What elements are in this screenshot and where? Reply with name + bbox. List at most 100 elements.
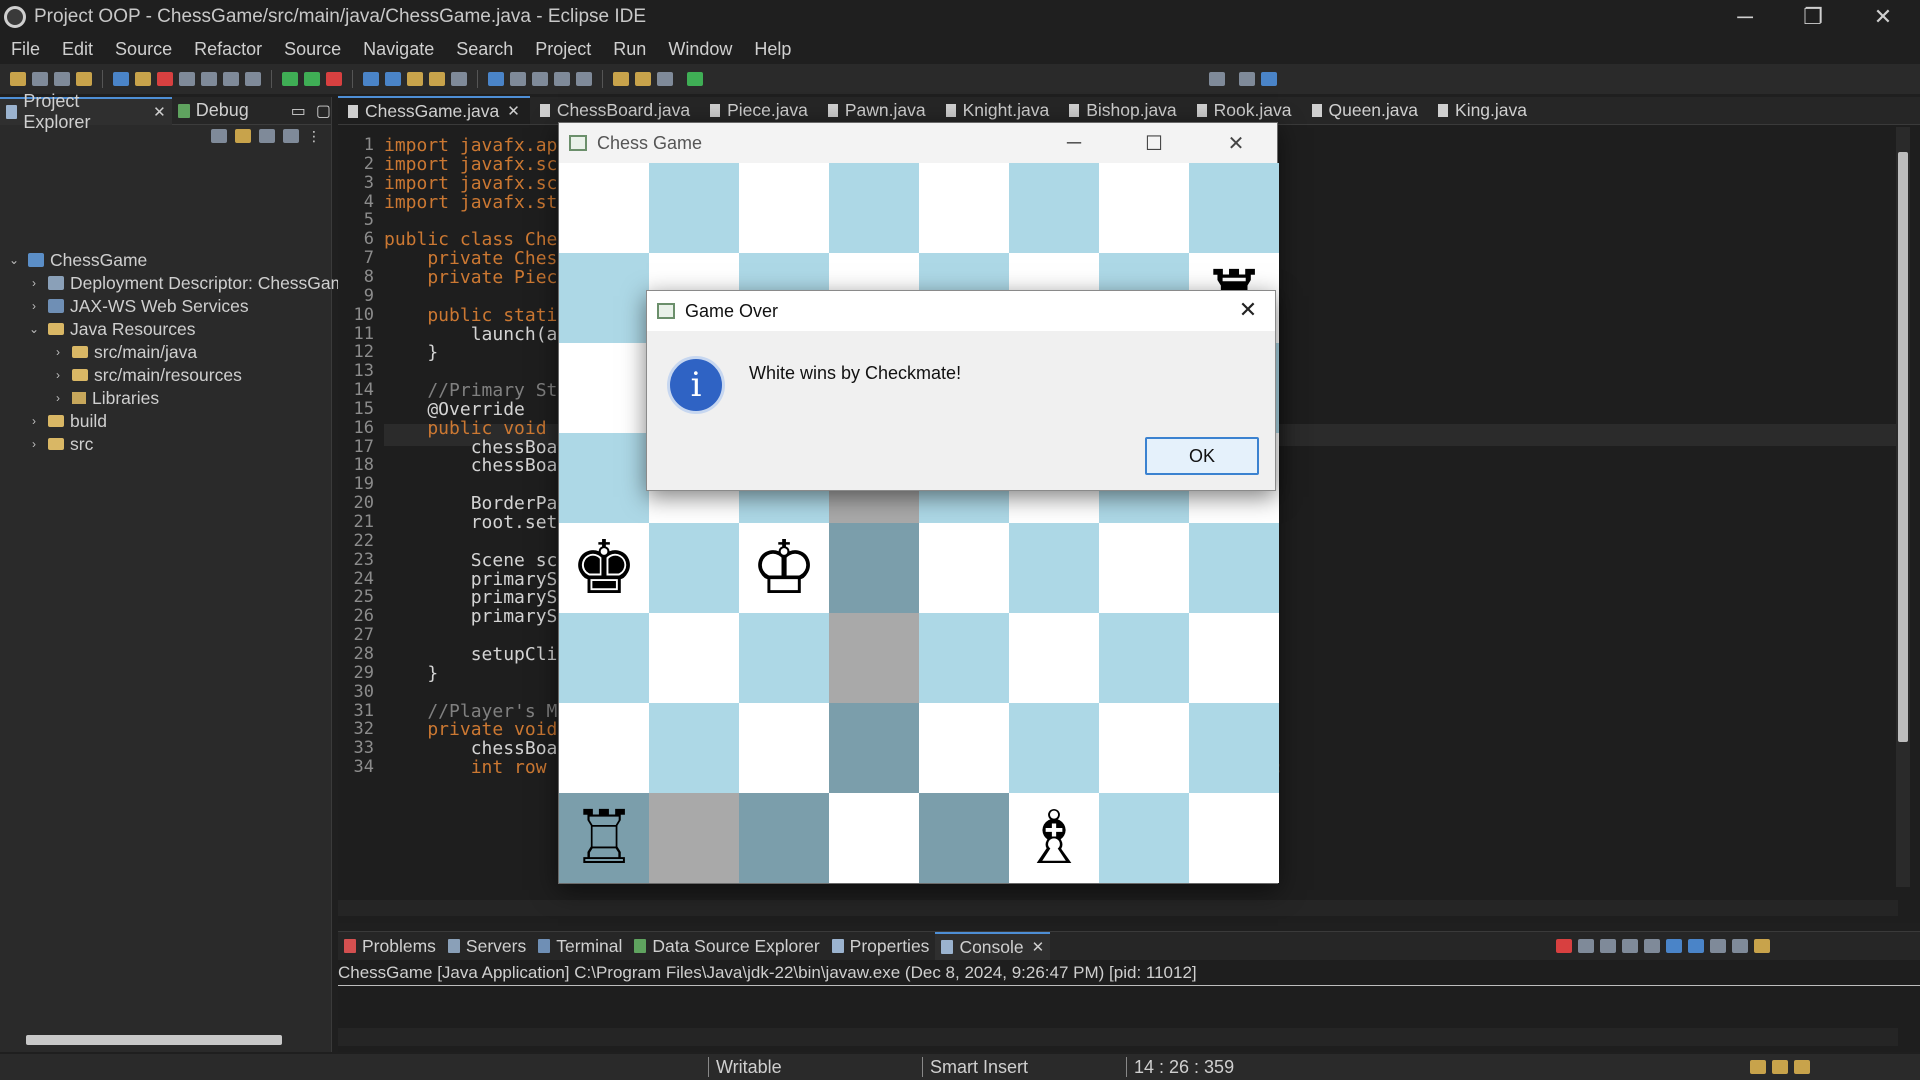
editor-horizontal-scrollbar[interactable] xyxy=(338,900,1898,916)
console-horizontal-scrollbar[interactable] xyxy=(338,1028,1898,1046)
chess-board[interactable]: ♜♚♔♖♗ xyxy=(559,163,1279,883)
board-square[interactable] xyxy=(559,703,649,793)
show-whitespace-icon[interactable] xyxy=(532,72,548,86)
board-square[interactable] xyxy=(1009,703,1099,793)
status-cursor-position[interactable]: 14 : 26 : 359 xyxy=(1134,1057,1234,1078)
tab-pawn-java[interactable]: Pawn.java xyxy=(818,96,936,124)
tree-item-src-main-resources[interactable]: › src/main/resources xyxy=(50,363,242,387)
board-square[interactable] xyxy=(829,703,919,793)
tab-king-java[interactable]: King.java xyxy=(1428,96,1537,124)
board-square[interactable] xyxy=(649,703,739,793)
save-icon[interactable] xyxy=(32,72,48,86)
disconnect-icon[interactable] xyxy=(179,72,195,86)
step-over-icon[interactable] xyxy=(223,72,239,86)
black-king-icon[interactable]: ♚ xyxy=(559,523,649,613)
chevron-right-icon[interactable]: › xyxy=(50,345,66,359)
board-square[interactable] xyxy=(559,433,649,523)
minimize-view-icon[interactable]: ▭ xyxy=(291,101,306,121)
new-icon[interactable] xyxy=(10,72,26,86)
toggle-block-selection-icon[interactable] xyxy=(510,72,526,86)
focus-icon[interactable] xyxy=(283,129,299,143)
menu-search[interactable]: Search xyxy=(456,39,513,60)
undo-icon[interactable] xyxy=(76,72,92,86)
board-square[interactable] xyxy=(919,613,1009,703)
tip-icon[interactable] xyxy=(1794,1060,1810,1074)
white-rook-icon[interactable]: ♖ xyxy=(559,793,649,883)
board-square[interactable] xyxy=(1189,613,1279,703)
board-square[interactable] xyxy=(1189,793,1279,883)
board-square[interactable] xyxy=(1099,613,1189,703)
board-square[interactable] xyxy=(739,613,829,703)
terminate-icon[interactable] xyxy=(1556,939,1573,953)
board-square[interactable] xyxy=(1099,163,1189,253)
progress-icon[interactable] xyxy=(1750,1060,1766,1074)
chevron-right-icon[interactable]: › xyxy=(26,437,42,451)
pin-console-icon[interactable] xyxy=(1710,939,1727,953)
suspend-icon[interactable] xyxy=(135,72,151,86)
board-square[interactable] xyxy=(919,523,1009,613)
open-console-icon[interactable] xyxy=(1754,939,1771,953)
open-type-icon[interactable] xyxy=(407,72,423,86)
tab-debug[interactable]: Debug xyxy=(172,97,255,125)
chevron-down-icon[interactable]: ⌄ xyxy=(6,253,22,267)
save-all-icon[interactable] xyxy=(54,72,70,86)
chevron-right-icon[interactable]: › xyxy=(50,391,66,405)
board-square[interactable] xyxy=(1009,613,1099,703)
forward-icon[interactable] xyxy=(635,72,651,86)
menu-edit[interactable]: Edit xyxy=(62,39,93,60)
tree-item-src[interactable]: › src xyxy=(26,432,93,456)
scroll-lock-icon[interactable] xyxy=(1644,939,1661,953)
dialog-titlebar[interactable]: Game Over ✕ xyxy=(647,291,1275,331)
board-square[interactable] xyxy=(559,253,649,343)
board-square[interactable] xyxy=(1009,523,1099,613)
dialog-close-button[interactable]: ✕ xyxy=(1233,297,1263,325)
chevron-down-icon[interactable]: ⌄ xyxy=(26,322,42,336)
tab-problems[interactable]: Problems xyxy=(338,932,442,960)
filter-icon[interactable] xyxy=(259,129,275,143)
run-icon[interactable] xyxy=(304,72,320,86)
board-square[interactable] xyxy=(739,703,829,793)
tab-chessboard-java[interactable]: ChessBoard.java xyxy=(530,96,700,124)
terminate-icon[interactable] xyxy=(157,72,173,86)
tab-terminal[interactable]: Terminal xyxy=(532,932,628,960)
chevron-right-icon[interactable]: › xyxy=(26,276,42,290)
toggle-mark-occurrences-icon[interactable] xyxy=(488,72,504,86)
editor-vertical-scrollbar-thumb[interactable] xyxy=(1898,152,1908,742)
next-annotation-icon[interactable] xyxy=(554,72,570,86)
menu-window[interactable]: Window xyxy=(668,39,732,60)
tab-rook-java[interactable]: Rook.java xyxy=(1187,96,1302,124)
chess-close-button[interactable]: ✕ xyxy=(1201,123,1271,163)
tree-item-jax-ws[interactable]: › JAX-WS Web Services xyxy=(26,294,249,318)
external-tools-icon[interactable] xyxy=(326,72,342,86)
board-square[interactable] xyxy=(739,793,829,883)
tab-console[interactable]: Console ✕ xyxy=(935,932,1051,960)
restore-button[interactable]: ❐ xyxy=(1778,0,1848,34)
notification-icon[interactable] xyxy=(1772,1060,1788,1074)
clear-console-icon[interactable] xyxy=(1622,939,1639,953)
ok-button[interactable]: OK xyxy=(1145,437,1259,475)
white-bishop-icon[interactable]: ♗ xyxy=(1009,793,1099,883)
open-task-icon[interactable] xyxy=(429,72,445,86)
menu-project[interactable]: Project xyxy=(535,39,591,60)
board-square[interactable] xyxy=(1099,793,1189,883)
step-into-icon[interactable] xyxy=(201,72,217,86)
open-perspective-icon[interactable] xyxy=(687,72,703,86)
link-with-editor-icon[interactable] xyxy=(235,129,251,143)
tree-item-libraries[interactable]: › Libraries xyxy=(50,386,159,410)
tab-queen-java[interactable]: Queen.java xyxy=(1302,96,1429,124)
tree-item-deployment-descriptor[interactable]: › Deployment Descriptor: ChessGame xyxy=(26,271,355,295)
perspective-java-icon[interactable] xyxy=(1261,72,1277,86)
collapse-all-icon[interactable] xyxy=(211,129,227,143)
board-square[interactable] xyxy=(1189,703,1279,793)
board-square[interactable] xyxy=(1009,163,1099,253)
search-tool-icon[interactable] xyxy=(451,72,467,86)
show-stderr-icon[interactable] xyxy=(1688,939,1705,953)
menu-refactor[interactable]: Refactor xyxy=(194,39,262,60)
remove-all-terminated-icon[interactable] xyxy=(1600,939,1617,953)
maximize-view-icon[interactable]: ▢ xyxy=(316,101,331,121)
new-java-project-icon[interactable] xyxy=(363,72,379,86)
chevron-right-icon[interactable]: › xyxy=(50,368,66,382)
back-icon[interactable] xyxy=(613,72,629,86)
board-square[interactable] xyxy=(649,523,739,613)
close-icon[interactable]: ✕ xyxy=(1032,938,1045,956)
